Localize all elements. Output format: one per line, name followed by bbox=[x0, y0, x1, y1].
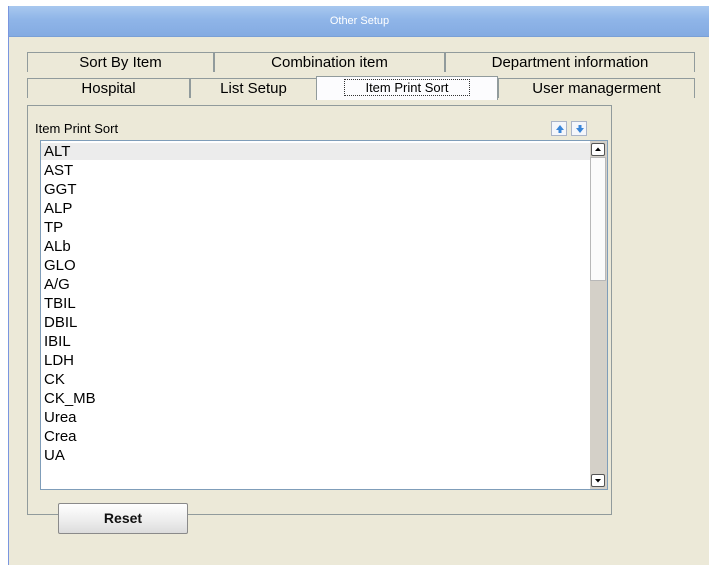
list-item[interactable]: A/G bbox=[41, 276, 590, 293]
move-down-button[interactable] bbox=[571, 121, 587, 136]
list-item[interactable]: TP bbox=[41, 219, 590, 236]
list-item[interactable]: TBIL bbox=[41, 295, 590, 312]
reset-button[interactable]: Reset bbox=[58, 503, 188, 534]
list-scrollbar[interactable] bbox=[590, 141, 607, 489]
list-item[interactable]: AST bbox=[41, 162, 590, 179]
list-item[interactable]: CK_MB bbox=[41, 390, 590, 407]
tab-combination-item[interactable]: Combination item bbox=[214, 52, 445, 72]
list-header-label: Item Print Sort bbox=[35, 121, 119, 136]
list-item[interactable]: Urea bbox=[41, 409, 590, 426]
move-up-button[interactable] bbox=[551, 121, 567, 136]
list-item[interactable]: ALT bbox=[41, 143, 590, 160]
tab-hospital[interactable]: Hospital bbox=[27, 78, 190, 98]
scroll-thumb[interactable] bbox=[590, 157, 606, 281]
list-item[interactable]: IBIL bbox=[41, 333, 590, 350]
tab-item-print-sort-label: Item Print Sort bbox=[344, 79, 470, 96]
list-item[interactable]: GLO bbox=[41, 257, 590, 274]
list-item[interactable]: DBIL bbox=[41, 314, 590, 331]
list-item[interactable]: LDH bbox=[41, 352, 590, 369]
tab-user-management[interactable]: User managerment bbox=[498, 78, 695, 98]
window-title: Other Setup bbox=[9, 6, 709, 37]
item-print-sort-list[interactable]: ALT AST GGT ALP TP ALb GLO A/G TBIL DBIL… bbox=[40, 140, 608, 490]
list-item[interactable]: ALb bbox=[41, 238, 590, 255]
list-item[interactable]: ALP bbox=[41, 200, 590, 217]
triangle-up-icon bbox=[595, 147, 601, 151]
list-item[interactable]: Crea bbox=[41, 428, 590, 445]
tab-department-information[interactable]: Department information bbox=[445, 52, 695, 72]
arrow-down-icon bbox=[576, 125, 584, 133]
list-item[interactable]: GGT bbox=[41, 181, 590, 198]
tab-list-setup[interactable]: List Setup bbox=[190, 78, 317, 98]
list-item[interactable]: UA bbox=[41, 447, 590, 464]
tab-item-print-sort[interactable]: Item Print Sort bbox=[316, 76, 498, 100]
scroll-up-button[interactable] bbox=[591, 143, 605, 156]
scroll-down-button[interactable] bbox=[591, 474, 605, 487]
list-item[interactable]: CK bbox=[41, 371, 590, 388]
arrow-up-icon bbox=[556, 125, 564, 133]
list-header: Item Print Sort bbox=[33, 117, 608, 139]
tab-sort-by-item[interactable]: Sort By Item bbox=[27, 52, 214, 72]
triangle-down-icon bbox=[595, 479, 601, 483]
